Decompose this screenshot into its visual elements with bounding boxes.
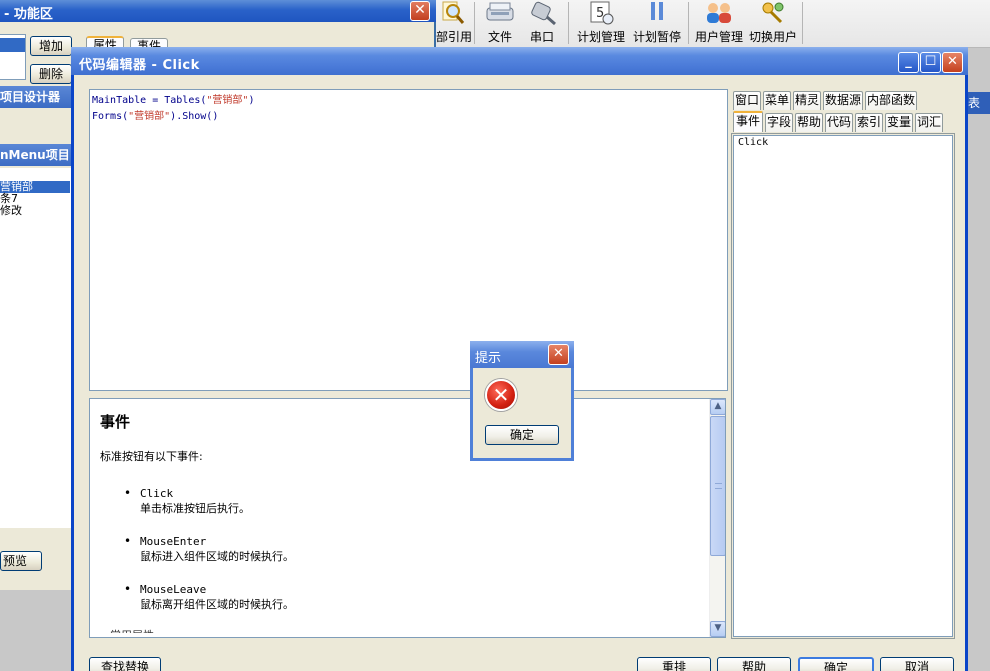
- help-event-item: MouseEnter 鼠标进入组件区域的时候执行。: [100, 534, 700, 564]
- tab-vocabulary[interactable]: 词汇: [915, 113, 943, 132]
- editor-title-bar[interactable]: 代码编辑器 - Click: [71, 47, 968, 75]
- close-button[interactable]: ✕: [942, 52, 963, 73]
- help-content: 事件 标准按钮有以下事件: Click 单击标准按钮后执行。 MouseEnte…: [100, 411, 700, 633]
- scanner-icon: [482, 0, 518, 26]
- code-editor-textarea[interactable]: MainTable = Tables("营销部") Forms("营销部").S…: [89, 89, 728, 391]
- toolbar-label: 计划暂停: [632, 30, 681, 44]
- message-box-title: 提示: [475, 351, 502, 366]
- code-line: Forms("营销部").Show(): [92, 109, 725, 125]
- find-replace-button[interactable]: 查找替换: [89, 657, 161, 671]
- help-heading: 事件: [100, 413, 131, 431]
- scroll-thumb[interactable]: [710, 416, 725, 556]
- bg-list-selected-row[interactable]: [0, 38, 25, 52]
- minimize-button[interactable]: _: [898, 52, 919, 73]
- event-desc: 鼠标离开组件区域的时候执行。: [140, 598, 294, 611]
- event-list[interactable]: Click: [733, 135, 953, 637]
- tab-internal-functions[interactable]: 内部函数: [865, 91, 917, 110]
- toolbar-item-user-manage[interactable]: 用户管理: [694, 0, 744, 46]
- toolbar-separator: [474, 2, 475, 44]
- bg-window-close-button[interactable]: ✕: [410, 1, 430, 21]
- message-box-close-button[interactable]: ✕: [548, 344, 569, 365]
- help-scrollbar[interactable]: ▲ ▼: [709, 399, 725, 637]
- right-strip-label: 表: [966, 92, 990, 114]
- help-panel[interactable]: 事件 标准按钮有以下事件: Click 单击标准按钮后执行。 MouseEnte…: [89, 398, 726, 638]
- event-name: MouseLeave: [140, 583, 207, 596]
- pause-icon: [630, 0, 684, 26]
- preview-button[interactable]: 预览: [0, 551, 42, 571]
- message-box: 提示 ✕ ✕ 确定: [470, 341, 574, 461]
- tab-wizard[interactable]: 精灵: [793, 91, 821, 110]
- toolbar: 部引用 文件 串口 5 计划管理 计划暂停 用户管理 切换用户: [436, 0, 990, 48]
- toolbar-item-switch-user[interactable]: 切换用户: [748, 0, 798, 46]
- code-text: ): [248, 95, 255, 106]
- toolbar-item-serial[interactable]: 串口: [524, 0, 560, 46]
- editor-title: 代码编辑器 - Click: [79, 58, 200, 73]
- message-ok-button[interactable]: 确定: [485, 425, 559, 445]
- toolbar-label: 部引用: [436, 30, 473, 44]
- tab-index[interactable]: 索引: [855, 113, 883, 132]
- event-name: MouseEnter: [140, 535, 207, 548]
- toolbar-separator: [568, 2, 569, 44]
- add-button[interactable]: 增加: [30, 36, 72, 56]
- code-text: Forms(: [92, 111, 129, 122]
- toolbar-item-reference[interactable]: 部引用: [436, 0, 473, 46]
- toolbar-item-file[interactable]: 文件: [482, 0, 518, 46]
- code-string: "营销部": [206, 95, 249, 106]
- magnifier-icon: [436, 0, 470, 26]
- bg-panel: [0, 112, 72, 130]
- tab-help[interactable]: 帮助: [795, 113, 823, 132]
- section-header-designer: 项目设计器: [0, 86, 72, 108]
- event-desc: 鼠标进入组件区域的时候执行。: [140, 550, 294, 563]
- scroll-down-button[interactable]: ▼: [710, 621, 725, 637]
- plug-icon: [524, 0, 560, 26]
- toolbar-item-schedule[interactable]: 5 计划管理: [574, 0, 628, 46]
- tree-item[interactable]: 修改: [0, 205, 71, 217]
- tab-variables[interactable]: 变量: [885, 113, 913, 132]
- toolbar-separator: [688, 2, 689, 44]
- toolbar-item-pause[interactable]: 计划暂停: [630, 0, 684, 46]
- code-text: MainTable = Tables(: [92, 95, 207, 106]
- tab-datasource[interactable]: 数据源: [823, 91, 863, 110]
- bg-list[interactable]: [0, 34, 26, 80]
- help-cut-text: • 常用属性: [100, 627, 154, 633]
- ok-button[interactable]: 确定: [798, 657, 874, 671]
- tab-menu[interactable]: 菜单: [763, 91, 791, 110]
- help-event-item: Click 单击标准按钮后执行。: [100, 486, 700, 516]
- event-desc: 单击标准按钮后执行。: [140, 502, 250, 515]
- toolbar-label: 计划管理: [576, 30, 625, 44]
- bg-window-title-text: - 功能区: [4, 7, 53, 22]
- tab-window[interactable]: 窗口: [733, 91, 761, 110]
- toolbar-label: 文件: [487, 30, 512, 44]
- section-header-menu: nMenu项目: [0, 144, 72, 166]
- maximize-button[interactable]: ☐: [920, 52, 941, 73]
- bg-window-title[interactable]: - 功能区: [0, 0, 436, 22]
- help-event-item: MouseLeave 鼠标离开组件区域的时候执行。: [100, 582, 700, 612]
- code-text: ).Show(): [170, 111, 219, 122]
- bg-tree[interactable]: 营销部 条7 修改: [0, 168, 72, 528]
- tab-code[interactable]: 代码: [825, 113, 853, 132]
- cancel-button[interactable]: 取消: [880, 657, 954, 671]
- help-button[interactable]: 帮助: [717, 657, 791, 671]
- users-icon: [694, 0, 744, 26]
- help-lead: 标准按钮有以下事件:: [100, 450, 203, 463]
- rearrange-button[interactable]: 重排: [637, 657, 711, 671]
- toolbar-label: 串口: [529, 30, 554, 44]
- toolbar-label: 切换用户: [748, 30, 797, 44]
- error-icon: ✕: [485, 379, 517, 411]
- toolbar-label: 用户管理: [694, 30, 743, 44]
- delete-button[interactable]: 删除: [30, 64, 72, 84]
- tab-events[interactable]: 事件: [733, 111, 763, 132]
- code-string: "营销部": [128, 111, 171, 122]
- scroll-up-button[interactable]: ▲: [710, 399, 725, 415]
- code-line: MainTable = Tables("营销部"): [92, 93, 725, 109]
- tab-fields[interactable]: 字段: [765, 113, 793, 132]
- toolbar-separator: [802, 2, 803, 44]
- keys-icon: [748, 0, 798, 26]
- event-name: Click: [140, 487, 174, 500]
- calendar-icon: 5: [574, 0, 628, 26]
- event-list-item[interactable]: Click: [738, 137, 948, 148]
